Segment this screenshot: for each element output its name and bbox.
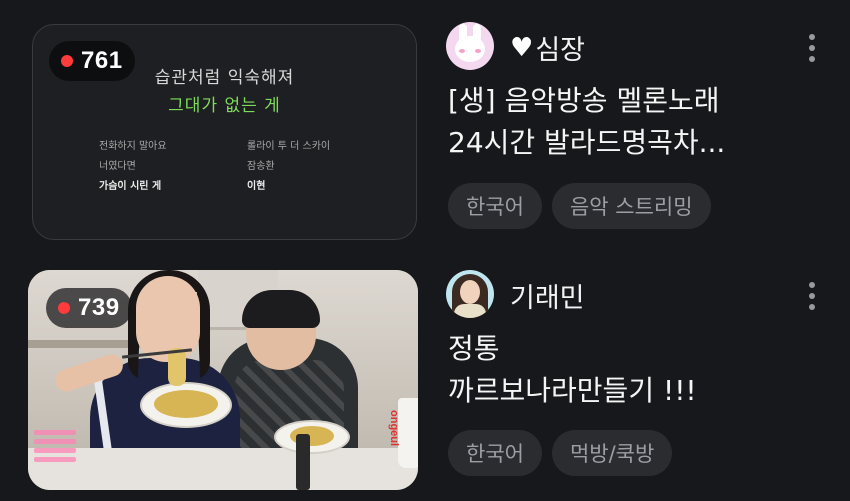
more-vertical-icon[interactable] — [800, 30, 824, 66]
stream-title-line: 정통 — [448, 332, 500, 365]
more-dot — [809, 282, 815, 288]
more-dot — [809, 34, 815, 40]
song-item: 전화하지 말아요 — [99, 141, 167, 152]
song-item: 이현 — [247, 181, 266, 192]
tag-chip[interactable]: 음악 스트리밍 — [551, 183, 711, 229]
stream-title[interactable]: [생] 음악방송 멜론노래 24시간 발라드명곡차... — [448, 80, 788, 164]
viewer-count: 739 — [78, 294, 120, 321]
streamer-name-text: 기래민 — [510, 283, 585, 314]
more-dot — [809, 304, 815, 310]
person-hair — [242, 290, 320, 328]
streamer-name[interactable]: ♥ 심장 — [510, 28, 585, 67]
song-item: 롤라이 투 더 스카이 — [247, 141, 331, 152]
lyric-line: 습관처럼 익숙해져 — [154, 68, 295, 88]
stream-thumbnail[interactable]: 761 습관처럼 익숙해져 그대가 없는 게 전화하지 말아요 너였다면 가슴이… — [32, 24, 417, 240]
more-dot — [809, 45, 815, 51]
stream-title-line: 24시간 발라드명곡차... — [448, 126, 726, 159]
chat-line — [34, 439, 76, 444]
live-dot-icon — [58, 302, 70, 314]
chat-line — [34, 430, 76, 435]
chat-line — [34, 457, 76, 462]
cup-label: ongeul — [388, 410, 400, 447]
more-vertical-icon[interactable] — [800, 278, 824, 314]
song-item: 잠송환 — [247, 161, 275, 172]
tag-chip[interactable]: 먹방/쿡방 — [551, 430, 673, 476]
tag-list: 한국어 먹방/쿡방 — [448, 430, 673, 476]
stream-thumbnail[interactable]: ongeul 739 — [28, 270, 418, 490]
bottle — [296, 434, 310, 490]
cup — [398, 398, 418, 468]
stream-card[interactable]: ongeul 739 기래민 정통 까르보나라만들기 !!! 한국어 먹방/쿡방 — [0, 258, 850, 501]
streamer-name[interactable]: 기래민 — [510, 276, 585, 315]
stream-title[interactable]: 정통 까르보나라만들기 !!! — [448, 328, 788, 412]
avatar-face — [460, 280, 480, 304]
avatar-blush — [475, 49, 481, 53]
chat-line — [34, 448, 76, 453]
avatar-blush — [459, 49, 465, 53]
stream-title-line: [생] 음악방송 멜론노래 — [448, 84, 720, 117]
stream-title-line: 까르보나라만들기 !!! — [448, 374, 697, 407]
streamer-name-text: 심장 — [535, 35, 585, 66]
song-item: 가슴이 시린 게 — [99, 181, 162, 192]
song-item: 너였다면 — [99, 161, 136, 172]
chat-overlay — [34, 430, 76, 478]
tag-chip[interactable]: 한국어 — [448, 183, 542, 229]
streamer-avatar[interactable] — [446, 22, 494, 70]
pasta — [154, 390, 218, 418]
more-dot — [809, 56, 815, 62]
song-list-right: 롤라이 투 더 스카이 잠송환 이현 — [247, 137, 330, 197]
avatar-body — [454, 304, 486, 318]
stream-card[interactable]: 761 습관처럼 익숙해져 그대가 없는 게 전화하지 말아요 너였다면 가슴이… — [0, 0, 850, 258]
lyric-highlight: 그대가 없는 게 — [168, 96, 281, 116]
viewer-badge: 739 — [46, 288, 132, 328]
heart-icon: ♥ — [510, 32, 534, 63]
streamer-avatar[interactable] — [446, 270, 494, 318]
thumbnail-table — [28, 448, 418, 490]
tag-list: 한국어 음악 스트리밍 — [448, 183, 711, 229]
more-dot — [809, 293, 815, 299]
noodle — [168, 348, 186, 386]
tag-chip[interactable]: 한국어 — [448, 430, 542, 476]
song-list-left: 전화하지 말아요 너였다면 가슴이 시린 게 — [99, 137, 167, 197]
